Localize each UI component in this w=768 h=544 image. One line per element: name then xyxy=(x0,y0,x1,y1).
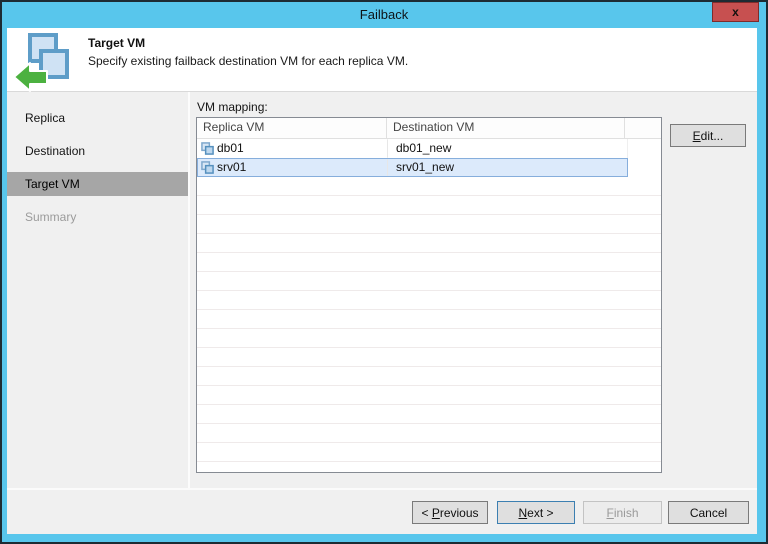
destination-vm-name: srv01_new xyxy=(396,159,454,176)
table-empty-rows xyxy=(197,177,661,472)
wizard-header: Target VM Specify existing failback dest… xyxy=(7,28,757,92)
edit-button[interactable]: Edit... xyxy=(670,124,746,147)
previous-button[interactable]: < Previous xyxy=(412,501,488,524)
cell-replica-vm[interactable]: db01 xyxy=(198,140,388,157)
titlebar[interactable]: Failback xyxy=(0,2,768,28)
window-title: Failback xyxy=(360,7,408,22)
vm-icon xyxy=(201,161,214,174)
table-body: db01 db01_new s xyxy=(197,139,661,472)
cell-replica-vm[interactable]: srv01 xyxy=(198,159,388,176)
failback-wizard-window: Failback x Target VM Specify existing fa… xyxy=(0,0,768,544)
table-row-srv01-selected[interactable]: srv01 srv01_new xyxy=(197,158,661,177)
vm-mapping-table[interactable]: Replica VM Destination VM db01 xyxy=(196,117,662,473)
column-header-spacer xyxy=(625,118,661,138)
replica-vm-name: db01 xyxy=(217,140,244,157)
table-row-db01[interactable]: db01 db01_new xyxy=(197,139,661,158)
column-header-destination-vm[interactable]: Destination VM xyxy=(387,118,625,138)
step-title: Target VM xyxy=(88,36,145,50)
failback-step-icon xyxy=(13,32,69,94)
cancel-button[interactable]: Cancel xyxy=(668,501,749,524)
sidebar-divider xyxy=(188,92,190,488)
cell-destination-vm[interactable]: db01_new xyxy=(388,140,627,157)
table-header-row: Replica VM Destination VM xyxy=(197,118,661,139)
vm-mapping-label: VM mapping: xyxy=(197,100,268,114)
sidebar-item-summary: Summary xyxy=(7,205,188,229)
vm-icon xyxy=(201,142,214,155)
replica-vm-name: srv01 xyxy=(217,159,246,176)
sidebar-item-destination[interactable]: Destination xyxy=(7,139,188,163)
finish-button: Finish xyxy=(583,501,662,524)
destination-vm-name: db01_new xyxy=(396,140,451,157)
next-button[interactable]: Next > xyxy=(497,501,575,524)
footer-divider xyxy=(7,488,757,490)
sidebar-item-replica[interactable]: Replica xyxy=(7,106,188,130)
sidebar-item-target-vm[interactable]: Target VM xyxy=(7,172,188,196)
dialog-body: Target VM Specify existing failback dest… xyxy=(7,28,757,534)
cell-destination-vm[interactable]: srv01_new xyxy=(388,159,627,176)
close-button[interactable]: x xyxy=(712,2,759,22)
close-icon: x xyxy=(732,5,739,19)
wizard-steps-sidebar: Replica Destination Target VM Summary xyxy=(7,92,188,488)
step-description: Specify existing failback destination VM… xyxy=(88,54,408,68)
column-header-replica-vm[interactable]: Replica VM xyxy=(197,118,387,138)
